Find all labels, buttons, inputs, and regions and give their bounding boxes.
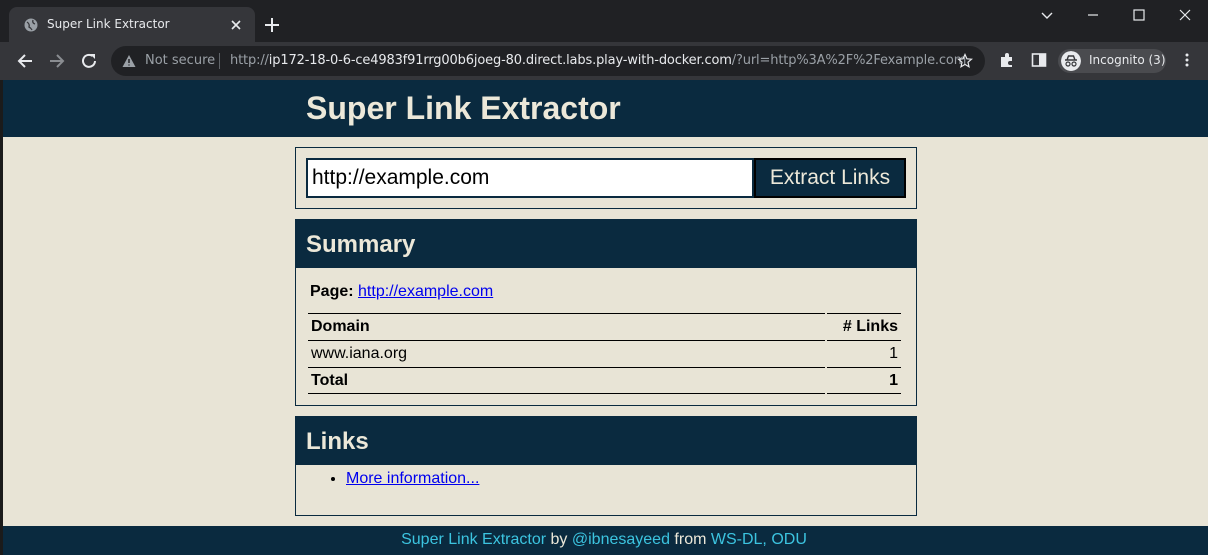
site-title: Super Link Extractor bbox=[306, 90, 621, 126]
domain-table: Domain # Links www.iana.org 1 Total 1 bbox=[306, 313, 903, 394]
url-host: ip172-18-0-6-ce4983f91rrg00b6joeg-80.dir… bbox=[268, 53, 732, 68]
new-tab-icon[interactable] bbox=[263, 16, 281, 34]
browser-toolbar: Not secure http://ip172-18-0-6-ce4983f91… bbox=[0, 42, 1208, 80]
extensions-puzzle-icon[interactable] bbox=[998, 51, 1016, 69]
footer-by: by bbox=[550, 531, 568, 548]
footer-org-link[interactable]: WS-DL, ODU bbox=[711, 531, 807, 548]
table-total-row: Total 1 bbox=[308, 367, 901, 394]
forward-icon[interactable] bbox=[47, 51, 67, 71]
site-footer: Super Link Extractor by @ibnesayeed from… bbox=[0, 526, 1208, 555]
extracted-link[interactable]: More information... bbox=[346, 470, 479, 487]
summary-section: Summary Page: http://example.com Domain … bbox=[295, 219, 917, 406]
footer-from: from bbox=[674, 531, 707, 548]
extract-form: Extract Links bbox=[295, 147, 917, 209]
url-input[interactable] bbox=[306, 158, 754, 198]
menu-kebab-icon[interactable] bbox=[1179, 52, 1195, 68]
omnibox-divider bbox=[219, 53, 220, 69]
tab-title: Super Link Extractor bbox=[47, 17, 170, 31]
links-section: Links More information... bbox=[295, 416, 917, 516]
browser-tabstrip: Super Link Extractor bbox=[0, 0, 1208, 42]
url-text[interactable]: http://ip172-18-0-6-ce4983f91rrg00b6joeg… bbox=[230, 53, 966, 68]
domain-column-header: Domain bbox=[308, 313, 825, 340]
bookmark-star-icon[interactable] bbox=[957, 53, 973, 69]
back-icon[interactable] bbox=[15, 51, 35, 71]
list-item: More information... bbox=[346, 470, 479, 488]
warning-icon[interactable] bbox=[122, 54, 136, 68]
reload-icon[interactable] bbox=[79, 51, 99, 71]
incognito-icon bbox=[1061, 51, 1081, 71]
summary-header: Summary bbox=[296, 220, 916, 268]
total-label: Total bbox=[308, 367, 825, 394]
summary-heading: Summary bbox=[306, 231, 416, 258]
footer-app-link[interactable]: Super Link Extractor bbox=[401, 531, 546, 548]
table-header-row: Domain # Links bbox=[308, 313, 901, 340]
tab-search-icon[interactable] bbox=[1038, 7, 1056, 23]
links-heading: Links bbox=[306, 428, 369, 455]
close-window-icon[interactable] bbox=[1176, 7, 1194, 23]
site-header: Super Link Extractor bbox=[0, 80, 1208, 137]
side-panel-icon[interactable] bbox=[1030, 51, 1048, 69]
links-column-header: # Links bbox=[827, 313, 901, 340]
maximize-icon[interactable] bbox=[1130, 7, 1148, 23]
minimize-icon[interactable] bbox=[1084, 7, 1102, 23]
table-row: www.iana.org 1 bbox=[308, 340, 901, 367]
footer-author-link[interactable]: @ibnesayeed bbox=[572, 531, 670, 548]
links-header: Links bbox=[296, 417, 916, 465]
domain-cell: www.iana.org bbox=[308, 340, 825, 367]
page-link[interactable]: http://example.com bbox=[358, 283, 493, 300]
total-value: 1 bbox=[827, 367, 901, 394]
browser-tab[interactable]: Super Link Extractor bbox=[9, 7, 255, 42]
url-scheme: http:// bbox=[230, 53, 269, 68]
window-edge bbox=[0, 80, 3, 555]
page-content: Super Link Extractor Extract Links Summa… bbox=[0, 80, 1208, 555]
globe-icon bbox=[24, 18, 38, 32]
links-count-cell: 1 bbox=[827, 340, 901, 367]
links-list: More information... bbox=[346, 470, 479, 488]
security-label[interactable]: Not secure bbox=[145, 53, 215, 68]
page-label: Page: bbox=[310, 283, 354, 300]
page-line: Page: http://example.com bbox=[310, 283, 493, 301]
extract-links-button[interactable]: Extract Links bbox=[754, 158, 906, 198]
incognito-label: Incognito (3) bbox=[1089, 53, 1166, 67]
close-tab-icon[interactable] bbox=[228, 17, 244, 33]
url-path: /?url=http%3A%2F%2Fexample.com bbox=[731, 53, 967, 68]
address-bar[interactable]: Not secure http://ip172-18-0-6-ce4983f91… bbox=[111, 46, 985, 76]
incognito-badge[interactable]: Incognito (3) bbox=[1058, 49, 1166, 73]
